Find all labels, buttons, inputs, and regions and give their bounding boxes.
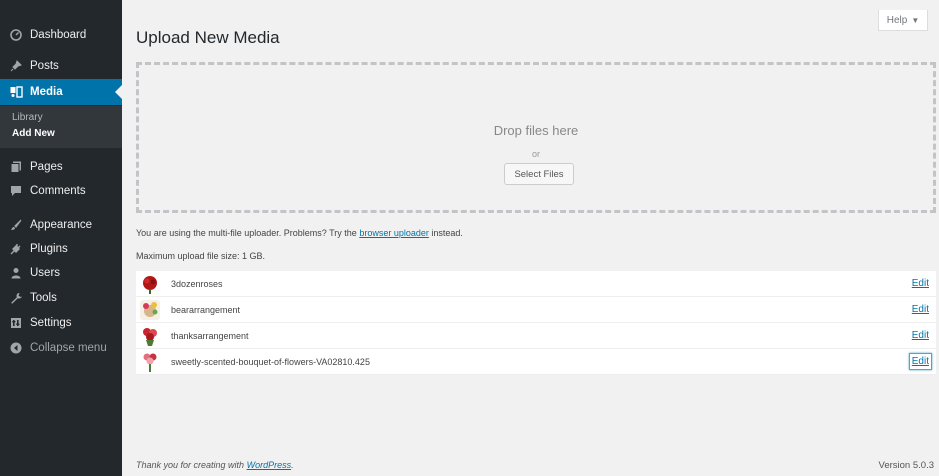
media-thumbnail [140,299,160,320]
drop-files-text: Drop files here [493,123,579,138]
edit-link[interactable]: Edit [912,278,929,289]
admin-sidebar: Dashboard Posts Media Library Add New Pa… [0,0,122,476]
collapse-icon [9,341,23,355]
footer-thanks-prefix: Thank you for creating with [136,460,245,470]
pages-icon [9,160,23,174]
select-files-button[interactable]: Select Files [504,163,574,185]
edit-link[interactable]: Edit [912,330,929,341]
media-submenu: Library Add New [0,106,122,148]
wordpress-link[interactable]: WordPress [247,460,292,470]
sidebar-item-label: Media [30,86,63,98]
media-icon [9,85,23,99]
sidebar-item-label: Pages [30,161,63,173]
submenu-item-library[interactable]: Library [12,112,43,123]
uploader-info-prefix: You are using the multi-file uploader. P… [136,228,357,238]
media-item: beararrangement Edit [136,297,936,323]
media-thumbnail [140,351,160,372]
sidebar-collapse-menu[interactable]: Collapse menu [0,335,122,361]
browser-uploader-link[interactable]: browser uploader [359,228,429,238]
settings-icon [9,316,23,330]
max-upload-size: Maximum upload file size: 1 GB. [136,251,266,261]
uploader-info: You are using the multi-file uploader. P… [136,228,463,238]
page-title: Upload New Media [136,28,280,47]
sidebar-item-comments[interactable]: Comments [0,178,122,204]
sidebar-item-posts[interactable]: Posts [0,53,122,79]
uploader-info-suffix: instead. [431,228,463,238]
media-thumbnail [140,273,160,294]
sidebar-item-label: Comments [30,185,86,197]
media-filename: 3dozenroses [171,278,223,289]
dashboard-icon [9,28,23,42]
sidebar-item-label: Posts [30,60,59,72]
sidebar-item-plugins[interactable]: Plugins [0,236,122,262]
sidebar-item-label: Settings [30,317,72,329]
sidebar-item-media[interactable]: Media [0,79,122,105]
sidebar-item-label: Collapse menu [30,342,107,354]
drop-zone[interactable]: Drop files here or Select Files [136,62,936,213]
submenu-item-add-new[interactable]: Add New [12,128,55,139]
media-item: sweetly-scented-bouquet-of-flowers-VA028… [136,349,936,375]
media-item: 3dozenroses Edit [136,271,936,297]
caret-down-icon: ▼ [911,15,920,25]
media-item: thanksarrangement Edit [136,323,936,349]
media-filename: thanksarrangement [171,330,249,341]
version-text: Version 5.0.3 [878,460,934,471]
sidebar-item-users[interactable]: Users [0,260,122,286]
media-filename: sweetly-scented-bouquet-of-flowers-VA028… [171,356,370,367]
sidebar-item-label: Plugins [30,243,68,255]
comment-icon [9,184,23,198]
media-filename: beararrangement [171,304,241,315]
user-icon [9,266,23,280]
sidebar-item-tools[interactable]: Tools [0,285,122,311]
or-text: or [531,149,540,159]
brush-icon [9,218,23,232]
sidebar-item-label: Dashboard [30,29,87,41]
edit-link[interactable]: Edit [908,353,932,370]
sidebar-item-label: Tools [30,292,57,304]
sidebar-item-settings[interactable]: Settings [0,310,122,336]
footer-thanks-suffix: . [291,460,294,470]
media-thumbnail [140,325,160,346]
media-items-list: 3dozenroses Edit beararrangement Edit th… [136,271,936,375]
active-indicator [115,85,122,99]
help-label: Help [886,14,908,26]
footer-thanks: Thank you for creating with WordPress. [136,460,294,470]
edit-link[interactable]: Edit [912,304,929,315]
sidebar-item-appearance[interactable]: Appearance [0,212,122,238]
sidebar-item-dashboard[interactable]: Dashboard [0,22,122,48]
pin-icon [9,59,23,73]
help-tab-button[interactable]: Help ▼ [878,10,928,31]
sidebar-item-label: Appearance [30,219,93,231]
sidebar-item-label: Users [30,267,61,279]
wrench-icon [9,291,23,305]
sidebar-item-pages[interactable]: Pages [0,154,122,180]
plug-icon [9,242,23,256]
